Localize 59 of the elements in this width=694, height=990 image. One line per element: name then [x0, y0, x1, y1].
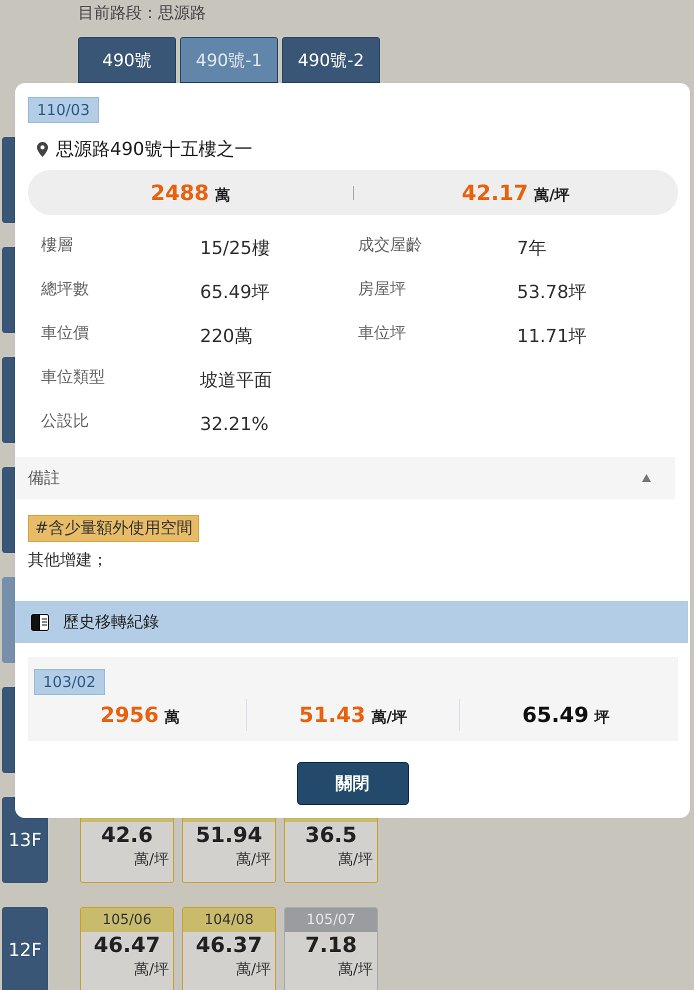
building-tab[interactable]: 490號 [78, 37, 176, 83]
detail-label: 車位價 [41, 322, 90, 344]
unit-price: 36.5 [304, 822, 358, 848]
unit-date: 104/08 [183, 908, 275, 932]
unit-date: 105/06 [81, 908, 173, 932]
detail-value: 15/25樓 [200, 237, 271, 261]
history-title: 歷史移轉紀錄 [63, 612, 159, 632]
detail-label: 樓層 [41, 234, 74, 256]
unit-label: 萬/坪 [234, 849, 272, 870]
total-price: 2488 [150, 180, 209, 204]
price-unit: 萬/坪 [534, 186, 570, 204]
unit-tile[interactable]: 105/07 7.18 萬/坪 [284, 907, 378, 990]
history-unit: 坪 [594, 708, 610, 726]
history-value: 2956 [100, 703, 159, 727]
close-button[interactable]: 關閉 [296, 762, 408, 805]
road-segment-label: 目前路段：思源路 [78, 2, 207, 24]
detail-value: 坡道平面 [200, 369, 273, 393]
date-badge: 103/02 [34, 669, 105, 695]
building-tab[interactable]: 490號-2 [282, 37, 380, 83]
detail-label: 公設比 [41, 410, 90, 432]
detail-value: 32.21% [200, 413, 270, 437]
detail-label: 車位坪 [358, 322, 407, 344]
detail-label: 車位類型 [41, 366, 106, 388]
unit-label: 萬/坪 [132, 849, 170, 870]
history-unit: 萬 [164, 708, 180, 726]
detail-label: 總坪數 [41, 278, 90, 300]
collapse-icon [642, 474, 651, 482]
unit-price: 51.94 [194, 822, 264, 848]
unit-price: 42.6 [100, 822, 154, 848]
unit-price: 7.18 [304, 932, 358, 958]
unit-label: 萬/坪 [234, 959, 272, 980]
unit-price: 46.47 [92, 932, 162, 958]
remarks-header[interactable]: 備註 [15, 457, 675, 499]
price-unit: 萬 [214, 186, 230, 204]
unit-label: 萬/坪 [132, 959, 170, 980]
detail-value: 11.71坪 [517, 325, 588, 349]
detail-value: 65.49坪 [200, 281, 271, 305]
unit-date: 105/07 [285, 908, 377, 932]
remark-text: 其他增建； [28, 550, 109, 571]
floor-label[interactable]: 12F [2, 907, 48, 990]
address-text: 思源路490號十五樓之一 [56, 138, 252, 161]
map-pin-icon [37, 142, 48, 156]
unit-label: 萬/坪 [336, 959, 374, 980]
detail-label: 房屋坪 [358, 278, 407, 300]
date-badge: 110/03 [28, 97, 99, 123]
history-unit: 萬/坪 [371, 708, 407, 726]
book-icon [31, 614, 49, 630]
detail-label: 成交屋齡 [358, 234, 423, 256]
unit-label: 萬/坪 [336, 849, 374, 870]
history-value: 65.49 [522, 703, 589, 727]
remark-tag: #含少量額外使用空間 [28, 515, 200, 542]
unit-tile[interactable]: 104/08 46.37 萬/坪 [182, 907, 276, 990]
history-value: 51.43 [299, 703, 366, 727]
detail-value: 53.78坪 [517, 281, 588, 305]
detail-value: 7年 [517, 237, 548, 261]
unit-price: 42.17 [462, 180, 528, 204]
unit-price: 46.37 [194, 932, 264, 958]
detail-value: 220萬 [200, 325, 254, 349]
unit-tile[interactable]: 105/06 46.47 萬/坪 [80, 907, 174, 990]
